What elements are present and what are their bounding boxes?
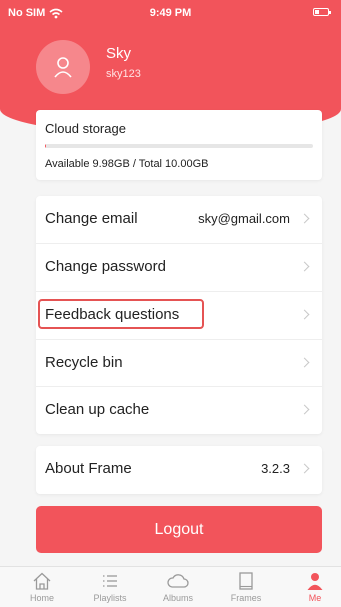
change-email-row[interactable]: Change email sky@gmail.com (36, 196, 322, 243)
home-icon (33, 572, 51, 590)
settings-list: Change email sky@gmail.com Change passwo… (36, 196, 322, 434)
tab-home-label: Home (29, 593, 54, 603)
storage-progress-bar (45, 144, 313, 148)
tab-bar: Home Playlists Albums Frames Me (0, 566, 341, 607)
cloud-icon (167, 574, 189, 588)
user-icon (54, 57, 72, 78)
avatar[interactable] (36, 40, 90, 94)
user-icon (307, 573, 323, 590)
clean-cache-row[interactable]: Clean up cache (36, 386, 322, 434)
chevron-right-icon (299, 309, 310, 320)
about-frame-row[interactable]: About Frame 3.2.3 (36, 446, 322, 494)
storage-usage-text: Available 9.98GB / Total 10.00GB (45, 158, 209, 170)
clean-cache-label: Clean up cache (45, 401, 150, 418)
chevron-right-icon (299, 404, 310, 415)
battery-icon (313, 8, 331, 16)
tab-playlists-label: Playlists (93, 593, 127, 603)
version-value: 3.2.3 (261, 461, 290, 476)
user-id: sky123 (106, 68, 141, 80)
tab-frames-label: Frames (230, 593, 262, 603)
chevron-right-icon (299, 261, 310, 272)
storage-progress-fill (45, 144, 46, 148)
tab-albums[interactable]: Albums (148, 570, 208, 603)
playlists-icon (103, 575, 117, 587)
chevron-right-icon (299, 213, 310, 224)
change-email-label: Change email (45, 210, 138, 227)
storage-title: Cloud storage (45, 121, 126, 136)
tab-me[interactable]: Me (285, 570, 341, 603)
tab-playlists[interactable]: Playlists (80, 570, 140, 603)
change-password-row[interactable]: Change password (36, 243, 322, 291)
change-password-label: Change password (45, 258, 166, 275)
tab-me-label: Me (308, 593, 322, 603)
status-bar: No SIM 9:49 PM (0, 0, 341, 26)
tab-home[interactable]: Home (12, 570, 72, 603)
cloud-storage-card: Cloud storage Available 9.98GB / Total 1… (36, 110, 322, 180)
feedback-questions-row[interactable]: Feedback questions (36, 291, 322, 339)
logout-button[interactable]: Logout (36, 506, 322, 553)
tab-frames[interactable]: Frames (216, 570, 276, 603)
email-value: sky@gmail.com (198, 211, 290, 226)
recycle-bin-label: Recycle bin (45, 354, 123, 371)
feedback-questions-label: Feedback questions (45, 306, 180, 323)
chevron-right-icon (299, 463, 310, 474)
status-time: 9:49 PM (149, 7, 192, 19)
recycle-bin-row[interactable]: Recycle bin (36, 339, 322, 387)
tab-albums-label: Albums (162, 593, 193, 603)
frame-icon (239, 572, 253, 590)
about-label: About Frame (45, 460, 132, 477)
user-name: Sky (106, 45, 132, 62)
chevron-right-icon (299, 357, 310, 368)
